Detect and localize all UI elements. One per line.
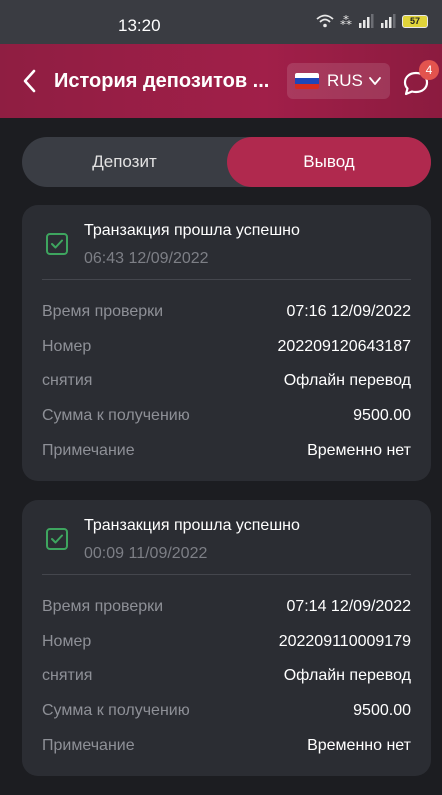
transaction-card[interactable]: Транзакция прошла успешно 06:43 12/09/20…: [22, 205, 431, 481]
detail-row: снятия Офлайн перевод: [42, 372, 411, 394]
detail-label: Сумма к получению: [42, 407, 190, 424]
detail-row: Сумма к получению 9500.00: [42, 407, 411, 429]
detail-label: снятия: [42, 667, 93, 684]
detail-value: Временно нет: [307, 442, 411, 459]
detail-row: Номер 202209110009179: [42, 633, 411, 655]
detail-value: 9500.00: [353, 702, 411, 719]
detail-label: Номер: [42, 338, 92, 355]
detail-label: Время проверки: [42, 303, 164, 320]
detail-row: Номер 202209120643187: [42, 338, 411, 360]
divider: [42, 279, 411, 280]
back-arrow-icon[interactable]: [18, 66, 42, 96]
signal-icon: [359, 14, 374, 28]
detail-row: Примечание Временно нет: [42, 442, 411, 464]
transaction-status: Транзакция прошла успешно: [84, 222, 300, 239]
detail-value: Офлайн перевод: [283, 372, 411, 389]
wifi-icon: [316, 14, 334, 28]
status-icons: ⁂ 57: [316, 14, 428, 28]
check-icon: [46, 233, 68, 255]
language-selector[interactable]: RUS: [287, 63, 390, 99]
divider: [42, 574, 411, 575]
detail-label: Сумма к получению: [42, 702, 190, 719]
battery-icon: 57: [402, 14, 428, 28]
transaction-status: Транзакция прошла успешно: [84, 517, 300, 534]
detail-label: Примечание: [42, 737, 135, 754]
chevron-down-icon: [369, 77, 381, 85]
detail-row: Время проверки 07:14 12/09/2022: [42, 598, 411, 620]
volte-icon: ⁂: [340, 14, 352, 28]
tab-withdraw[interactable]: Вывод: [227, 137, 431, 187]
language-label: RUS: [327, 71, 363, 90]
detail-label: Время проверки: [42, 598, 164, 615]
app-header: История депозитов ... RUS 4: [0, 44, 442, 118]
detail-value: Временно нет: [307, 737, 411, 754]
transaction-time: 06:43 12/09/2022: [84, 250, 209, 267]
detail-value: 07:16 12/09/2022: [286, 303, 411, 320]
detail-value: 07:14 12/09/2022: [286, 598, 411, 615]
page-title: История депозитов ...: [54, 70, 270, 92]
detail-row: снятия Офлайн перевод: [42, 667, 411, 689]
transaction-time: 00:09 11/09/2022: [84, 545, 208, 562]
russia-flag-icon: [295, 73, 319, 89]
detail-value: 202209110009179: [278, 633, 411, 650]
transaction-card[interactable]: Транзакция прошла успешно 00:09 11/09/20…: [22, 500, 431, 776]
detail-label: Примечание: [42, 442, 135, 459]
detail-label: снятия: [42, 372, 93, 389]
status-time: 13:20: [118, 16, 161, 35]
detail-row: Время проверки 07:16 12/09/2022: [42, 303, 411, 325]
detail-row: Примечание Временно нет: [42, 737, 411, 759]
check-icon: [46, 528, 68, 550]
tab-deposit[interactable]: Депозит: [22, 137, 227, 187]
detail-row: Сумма к получению 9500.00: [42, 702, 411, 724]
tab-switcher: Депозит Вывод: [22, 137, 431, 187]
detail-value: Офлайн перевод: [283, 667, 411, 684]
notification-badge: 4: [419, 60, 439, 80]
detail-label: Номер: [42, 633, 92, 650]
detail-value: 202209120643187: [277, 338, 411, 355]
status-bar: 13:20 ⁂ 57: [0, 0, 442, 44]
signal-icon-2: [381, 14, 396, 28]
detail-value: 9500.00: [353, 407, 411, 424]
